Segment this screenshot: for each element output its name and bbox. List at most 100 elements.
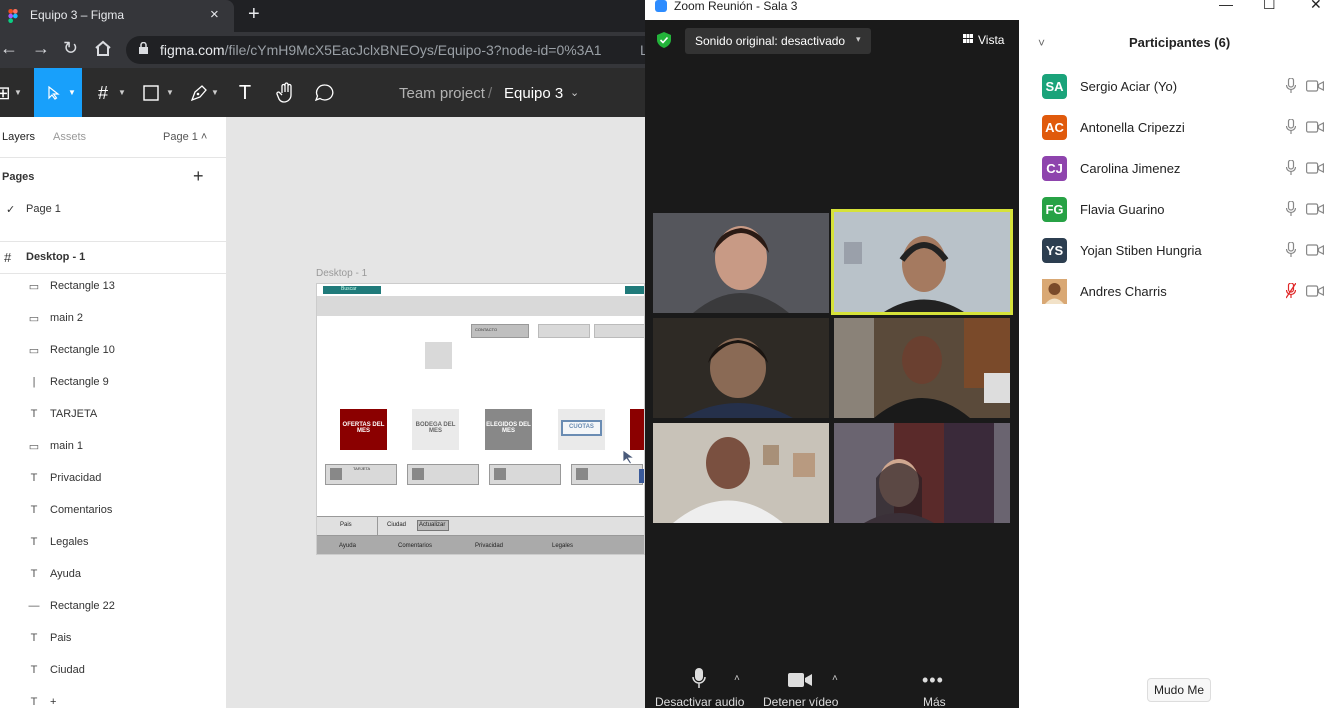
chevron-up-icon[interactable]: ˄ [734,673,740,684]
layer-label: TARJETA [50,408,98,420]
comment-tool-icon[interactable] [315,84,335,102]
video-tile[interactable] [834,318,1010,418]
microphone-icon[interactable] [1286,78,1296,94]
video-tile[interactable] [834,423,1010,523]
view-button[interactable]: Vista [978,33,1004,47]
text-layer-icon: T [30,408,38,420]
page-item[interactable]: Page 1 [26,203,61,215]
text-tool-icon[interactable]: T [234,82,256,104]
header-band [317,296,644,316]
product-thumb [412,468,424,480]
frame-icon: # [4,250,12,265]
collapse-chevron-icon[interactable]: ˅ [1038,36,1045,50]
microphone-icon[interactable] [1286,242,1296,258]
reload-icon[interactable]: ↻ [63,38,78,59]
nav-box [538,324,590,338]
microphone-icon[interactable] [1286,201,1296,217]
shape-layer-icon: | [32,376,36,388]
contact-label: CONTACTO [475,327,498,332]
participant-video [653,213,829,313]
frame-tool-icon[interactable]: # [92,82,114,104]
close-icon[interactable]: ✕ [1310,0,1322,13]
participant-video [834,212,1010,312]
chevron-down-icon[interactable]: ▾ [856,34,861,45]
video-tile[interactable] [653,318,829,418]
zoom-logo-icon [655,0,667,12]
video-tile[interactable] [653,213,829,313]
hand-tool-icon[interactable] [276,82,296,104]
footer-link: Privacidad [475,543,504,549]
shape-layer-icon: — [28,600,40,612]
rectangle-tool-icon[interactable] [143,85,159,101]
stop-video-button[interactable]: Detener vídeo [763,695,838,709]
video-camera-icon[interactable] [1306,80,1324,92]
logo-placeholder [425,342,452,369]
text-layer-icon: T [30,696,38,708]
tab-close-icon[interactable]: × [210,6,219,23]
participant-name: Flavia Guarino [1080,202,1165,217]
text-layer-icon: T [30,568,38,580]
microphone-icon[interactable] [1286,160,1296,176]
more-icon[interactable]: ••• [922,670,944,691]
text-layer-icon: T [30,664,38,676]
microphone-icon[interactable] [1286,119,1296,135]
more-button[interactable]: Más [923,695,946,709]
minimize-icon[interactable]: — [1219,0,1233,12]
maximize-icon[interactable]: ☐ [1263,0,1276,13]
forward-icon[interactable]: → [32,38,50,59]
main-menu-icon[interactable]: ⊞ [0,82,14,104]
avatar-photo [1042,279,1067,304]
layer-label: + [50,696,57,708]
microphone-icon[interactable] [692,668,706,690]
lock-icon [139,42,148,54]
participant-video [653,423,829,523]
avatar: SA [1042,74,1067,99]
design-frame[interactable]: Buscar CONTACTO OFERTAS DEL MES BODEGA D… [316,283,645,555]
chevron-down-icon[interactable]: ⌄ [570,86,579,99]
participant-video [653,318,829,418]
video-camera-icon[interactable] [1306,121,1324,133]
text-layer-icon: T [30,536,38,548]
chevron-down-icon: ▼ [118,88,126,97]
layer-label: Rectangle 13 [50,280,115,292]
page-selector[interactable]: Page 1 ˄ [163,131,207,143]
video-camera-icon[interactable] [1306,285,1324,297]
pen-tool-icon[interactable] [190,84,208,102]
participants-title: Participantes (6) [1129,35,1231,50]
add-page-icon[interactable]: + [193,166,204,187]
video-tile-active-speaker[interactable] [831,209,1013,315]
location-bar [317,516,644,536]
participant-name: Yojan Stiben Hungria [1080,243,1202,258]
video-camera-icon[interactable] [1306,244,1324,256]
breadcrumb-file[interactable]: Equipo 3 [504,85,563,102]
mute-me-button[interactable]: Mudo Me [1147,678,1211,702]
mute-audio-button[interactable]: Desactivar audio [655,695,744,709]
video-tile[interactable] [653,423,829,523]
chevron-down-icon: ▼ [14,88,22,97]
tab-assets[interactable]: Assets [53,131,86,143]
ciudad-label: Ciudad [387,522,407,528]
layer-label: Ayuda [50,568,81,580]
footer-link: Legales [552,543,574,549]
security-shield-icon[interactable] [657,32,671,48]
chevron-up-icon[interactable]: ˄ [832,673,838,684]
avatar [1042,279,1067,304]
home-icon[interactable] [94,40,112,57]
layer-label: Ciudad [50,664,85,676]
frame-name-label[interactable]: Desktop - 1 [316,268,367,279]
card-label: OFERTAS DEL MES [342,422,385,434]
new-tab-icon[interactable]: + [248,3,260,26]
back-icon[interactable]: ← [0,38,18,59]
window-title: Zoom Reunión - Sala 3 [674,0,798,13]
video-camera-icon[interactable] [1306,203,1324,215]
video-camera-icon[interactable] [1306,162,1324,174]
microphone-muted-icon[interactable] [1286,283,1296,299]
breadcrumb-team[interactable]: Team project [399,85,485,102]
video-camera-icon[interactable] [788,672,812,688]
avatar: FG [1042,197,1067,222]
actualizar-label: Actualizar [419,522,446,528]
layer-frame[interactable]: Desktop - 1 [26,251,85,263]
product-thumb [330,468,342,480]
tab-layers[interactable]: Layers [2,131,35,143]
original-sound-label: Sonido original: desactivado [695,34,846,48]
